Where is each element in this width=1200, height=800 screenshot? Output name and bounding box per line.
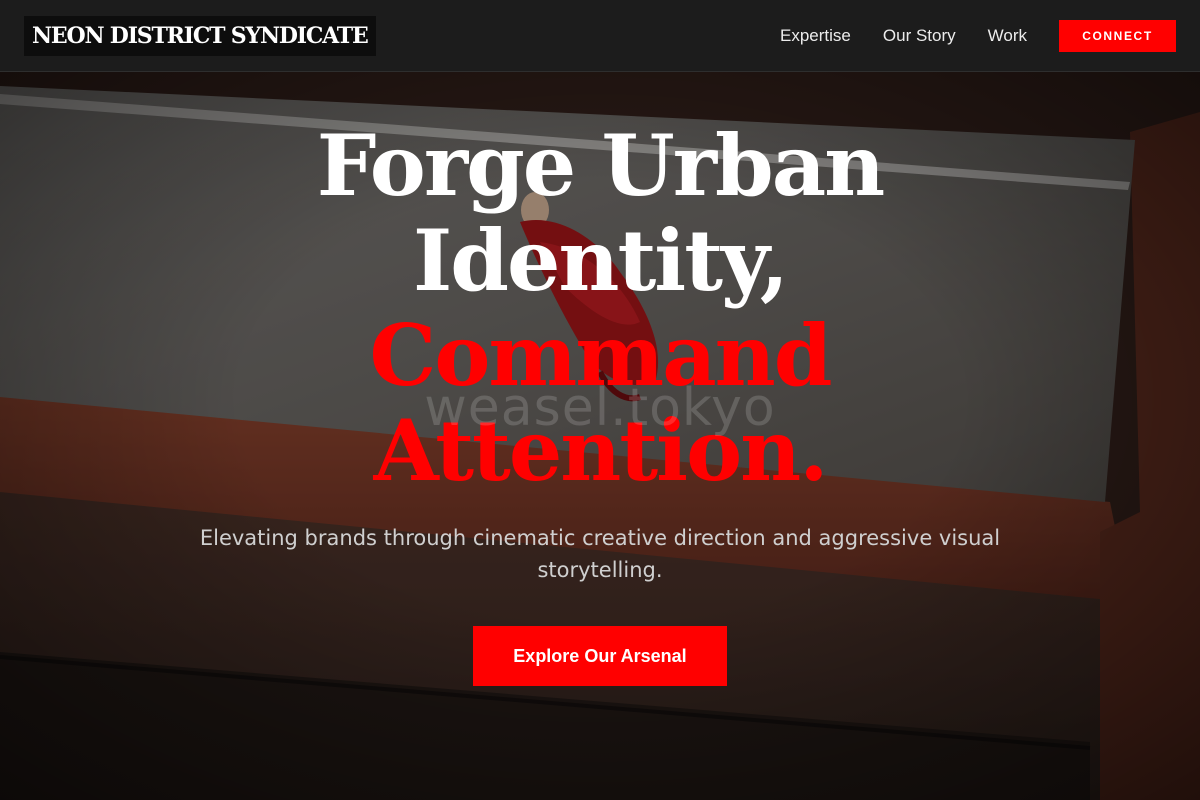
hero-subtitle: Elevating brands through cinematic creat…: [199, 526, 1001, 582]
explore-arsenal-button[interactable]: Explore Our Arsenal: [473, 626, 727, 686]
connect-button[interactable]: CONNECT: [1059, 20, 1176, 52]
primary-nav: Expertise Our Story Work CONNECT: [780, 0, 1176, 72]
hero-section: weasel.tokyo Forge Urban Identity, Comma…: [0, 72, 1200, 800]
hero-headline: Forge Urban Identity, Command Attention.: [150, 118, 1050, 498]
headline-line-2: Identity,: [412, 211, 789, 310]
nav-link-expertise[interactable]: Expertise: [780, 26, 851, 46]
brand-logo[interactable]: NEON DISTRICT SYNDICATE: [24, 16, 376, 56]
landing-page: NEON DISTRICT SYNDICATE Expertise Our St…: [0, 0, 1200, 800]
headline-line-1: Forge Urban: [316, 116, 886, 215]
top-navbar: NEON DISTRICT SYNDICATE Expertise Our St…: [0, 0, 1200, 72]
nav-link-our-story[interactable]: Our Story: [883, 26, 956, 46]
nav-link-work[interactable]: Work: [988, 26, 1027, 46]
watermark-text: weasel.tokyo: [424, 378, 776, 438]
